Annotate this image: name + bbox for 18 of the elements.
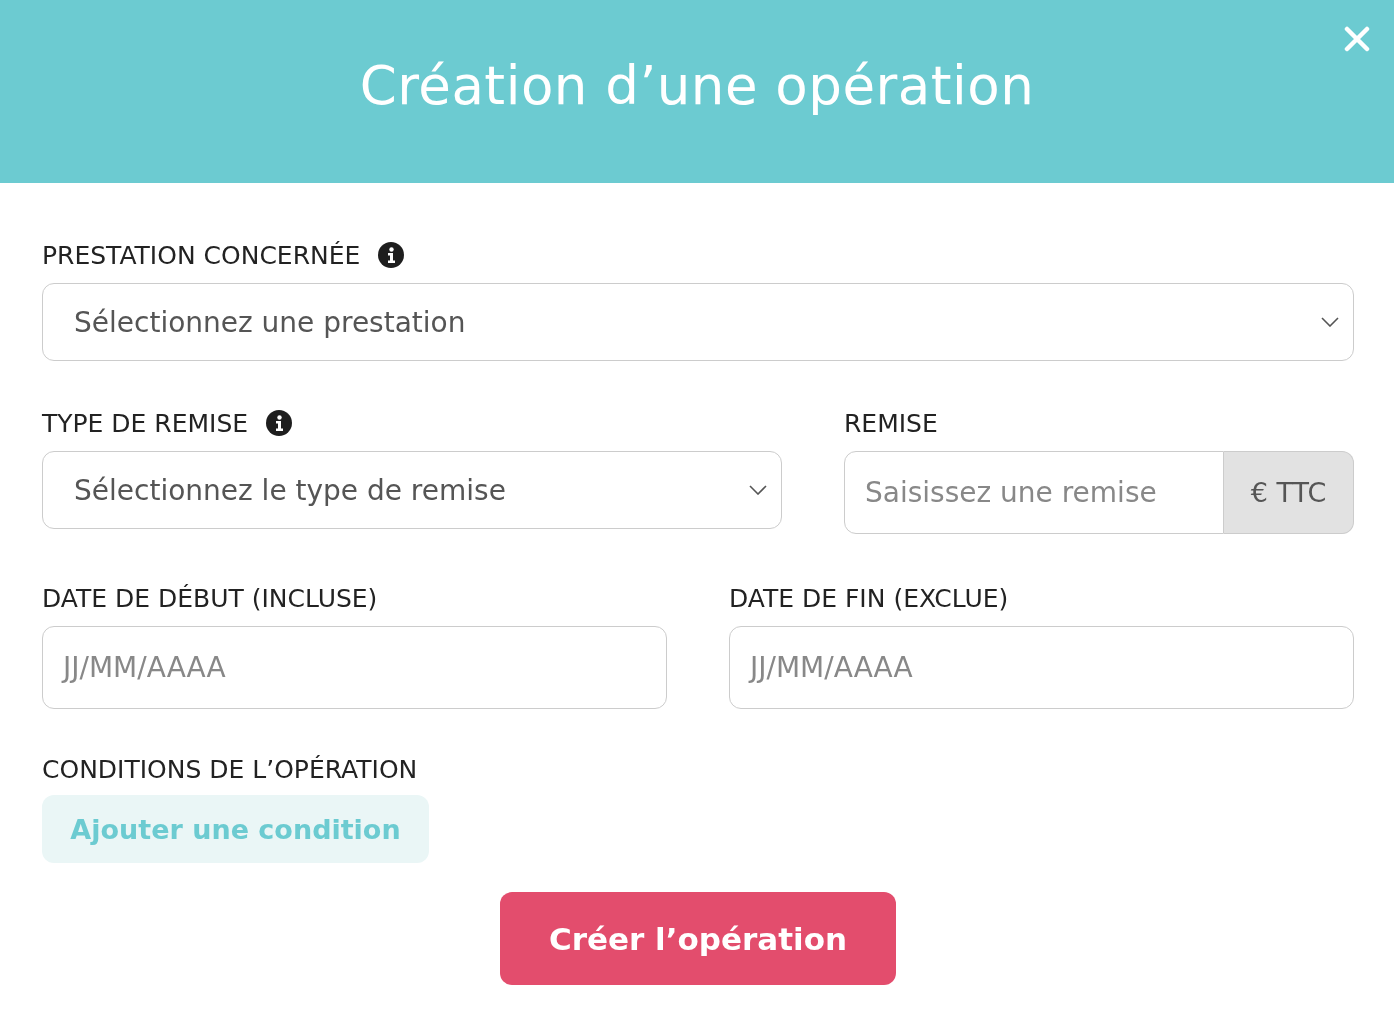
modal-title: Création d’une opération xyxy=(359,55,1035,116)
field-label: REMISE xyxy=(844,408,938,438)
date-field[interactable]: JJ/MM/AAAA xyxy=(42,626,667,709)
chevron-down-icon xyxy=(749,485,767,495)
field-label: TYPE DE REMISE xyxy=(42,408,249,438)
field-label: PRESTATION CONCERNÉE xyxy=(42,240,361,270)
date-field[interactable]: JJ/MM/AAAA xyxy=(729,626,1354,709)
input-field[interactable]: Saisissez une remise xyxy=(844,451,1224,534)
info-icon[interactable] xyxy=(266,410,293,436)
select-field[interactable]: Sélectionnez une prestation xyxy=(42,283,1354,361)
field-label: DATE DE DÉBUT (INCLUSE) xyxy=(42,583,378,613)
select-field[interactable]: Sélectionnez le type de remise xyxy=(42,451,782,529)
unit-addon: € TTC xyxy=(1224,451,1354,534)
section-label: CONDITIONS DE L’OPÉRATION xyxy=(42,754,418,784)
create-button[interactable]: Créer l’opération xyxy=(500,892,896,985)
field-label: DATE DE FIN (EXCLUE) xyxy=(729,583,1009,613)
info-icon[interactable] xyxy=(378,242,405,268)
chevron-down-icon xyxy=(1321,317,1339,327)
